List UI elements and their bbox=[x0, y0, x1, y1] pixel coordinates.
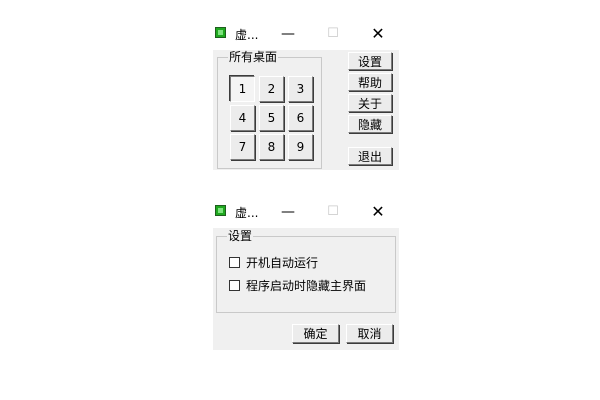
all-desktops-label: 所有桌面 bbox=[228, 50, 279, 64]
desktop-button-4[interactable]: 4 bbox=[230, 105, 255, 131]
maximize-icon[interactable]: ☐ bbox=[321, 202, 345, 222]
hide-on-start-checkbox[interactable] bbox=[229, 280, 240, 291]
minimize-icon[interactable]: — bbox=[276, 24, 300, 44]
virtual-desktop-window: 虚... — ☐ ✕ 所有桌面 1 2 3 4 5 6 7 8 9 设置 帮助 … bbox=[213, 18, 399, 170]
app-icon bbox=[215, 205, 226, 216]
title-bar[interactable]: 虚... — ☐ ✕ bbox=[213, 18, 399, 50]
desktop-button-9[interactable]: 9 bbox=[288, 134, 313, 160]
minimize-icon[interactable]: — bbox=[276, 202, 300, 222]
desktop-button-7[interactable]: 7 bbox=[230, 134, 255, 160]
window-body: 所有桌面 1 2 3 4 5 6 7 8 9 设置 帮助 关于 隐藏 退出 bbox=[213, 50, 399, 170]
autostart-checkbox[interactable] bbox=[229, 257, 240, 268]
close-icon[interactable]: ✕ bbox=[366, 24, 390, 44]
app-icon bbox=[215, 27, 226, 38]
about-button[interactable]: 关于 bbox=[348, 94, 392, 112]
settings-window: 虚... — ☐ ✕ 设置 开机自动运行 程序启动时隐藏主界面 确定 取消 bbox=[213, 196, 399, 350]
settings-group: 设置 开机自动运行 程序启动时隐藏主界面 bbox=[216, 229, 396, 313]
desktop-button-5[interactable]: 5 bbox=[259, 105, 284, 131]
desktop-button-2[interactable]: 2 bbox=[259, 76, 284, 102]
cancel-button[interactable]: 取消 bbox=[346, 324, 393, 343]
help-button[interactable]: 帮助 bbox=[348, 73, 392, 91]
settings-button[interactable]: 设置 bbox=[348, 52, 392, 70]
title-bar[interactable]: 虚... — ☐ ✕ bbox=[213, 196, 399, 228]
desktop-button-6[interactable]: 6 bbox=[288, 105, 313, 131]
ok-button[interactable]: 确定 bbox=[292, 324, 339, 343]
desktop-button-1[interactable]: 1 bbox=[230, 76, 255, 102]
desktop-button-8[interactable]: 8 bbox=[259, 134, 284, 160]
hide-on-start-label: 程序启动时隐藏主界面 bbox=[246, 279, 367, 293]
maximize-icon[interactable]: ☐ bbox=[321, 24, 345, 44]
window-title: 虚... bbox=[235, 28, 259, 42]
all-desktops-group: 所有桌面 1 2 3 4 5 6 7 8 9 bbox=[217, 50, 322, 169]
close-icon[interactable]: ✕ bbox=[366, 202, 390, 222]
window-body: 设置 开机自动运行 程序启动时隐藏主界面 确定 取消 bbox=[213, 228, 399, 350]
window-title: 虚... bbox=[235, 206, 259, 220]
desktop-button-3[interactable]: 3 bbox=[288, 76, 313, 102]
exit-button[interactable]: 退出 bbox=[348, 147, 392, 165]
autostart-label: 开机自动运行 bbox=[246, 256, 319, 270]
hide-button[interactable]: 隐藏 bbox=[348, 115, 392, 133]
settings-group-label: 设置 bbox=[227, 229, 254, 243]
